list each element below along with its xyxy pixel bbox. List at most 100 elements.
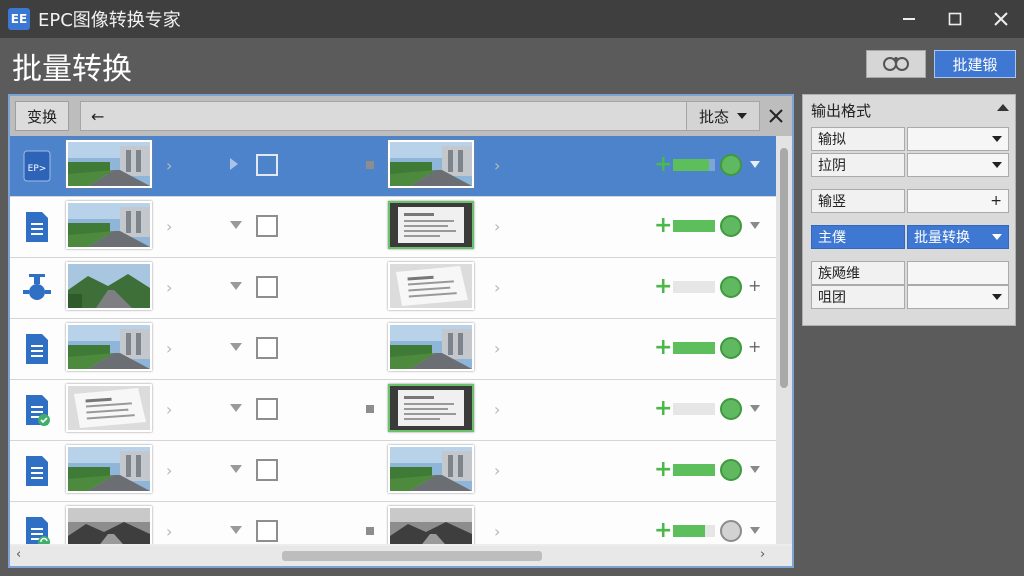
row-checkbox[interactable] xyxy=(256,276,278,298)
output-thumbnail[interactable] xyxy=(388,445,474,493)
row-add-icon[interactable]: + xyxy=(748,337,761,356)
row-checkbox[interactable] xyxy=(256,215,278,237)
maximize-button[interactable] xyxy=(932,0,978,38)
chevron-right-icon: › xyxy=(166,400,173,419)
expand-triangle-icon[interactable] xyxy=(230,343,242,351)
vertical-scroll-thumb[interactable] xyxy=(780,148,788,388)
row-menu-chevron-icon[interactable] xyxy=(750,161,760,168)
convert-button[interactable]: 变换 xyxy=(15,101,69,131)
chevron-right-icon: › xyxy=(494,400,501,419)
row-menu-chevron-icon[interactable] xyxy=(750,527,760,534)
source-thumbnail[interactable] xyxy=(66,201,152,249)
row-menu-chevron-icon[interactable] xyxy=(750,222,760,229)
list-toolbar: 变换 ← 批态 xyxy=(10,96,792,136)
panel-title: 输出格式 xyxy=(811,101,872,120)
expand-triangle-icon[interactable] xyxy=(230,465,242,473)
chevron-down-icon xyxy=(992,234,1002,240)
chevron-right-icon: › xyxy=(494,461,501,480)
file-row[interactable]: › › + + xyxy=(10,258,776,319)
back-button[interactable]: ← xyxy=(80,101,690,131)
expand-triangle-icon[interactable] xyxy=(230,221,242,229)
source-thumbnail[interactable] xyxy=(66,262,152,310)
expand-triangle-icon[interactable] xyxy=(230,526,242,534)
output-thumbnail[interactable] xyxy=(388,506,474,544)
row-checkbox[interactable] xyxy=(256,520,278,542)
file-row[interactable]: › › + xyxy=(10,380,776,441)
horizontal-scroll-thumb[interactable] xyxy=(282,551,542,561)
expand-triangle-icon[interactable] xyxy=(230,158,238,170)
status-indicator-icon xyxy=(720,154,742,176)
file-row[interactable]: › › + + xyxy=(10,319,776,380)
add-icon[interactable]: + xyxy=(654,518,672,543)
add-icon[interactable]: + xyxy=(654,457,672,482)
panel-header[interactable]: 输出格式 xyxy=(803,95,1015,125)
chevron-right-icon: › xyxy=(166,461,173,480)
source-thumbnail[interactable] xyxy=(66,323,152,371)
progress-fill xyxy=(673,525,705,537)
document-icon xyxy=(22,333,52,365)
minimize-button[interactable] xyxy=(886,0,932,38)
add-icon[interactable]: + xyxy=(654,213,672,238)
property-dropdown[interactable] xyxy=(907,285,1009,309)
scroll-left-icon[interactable]: ‹ xyxy=(16,547,21,562)
add-icon[interactable]: + xyxy=(654,396,672,421)
collapse-chevron-icon[interactable] xyxy=(997,104,1009,111)
chevron-down-icon xyxy=(992,136,1002,142)
source-thumbnail[interactable] xyxy=(66,506,152,544)
page-title: 批量转换 xyxy=(12,52,132,87)
row-menu-chevron-icon[interactable] xyxy=(750,466,760,473)
row-menu-chevron-icon[interactable] xyxy=(750,405,760,412)
scroll-right-icon[interactable]: › xyxy=(760,547,765,562)
file-row[interactable]: EP> › › + xyxy=(10,136,776,197)
source-thumbnail[interactable] xyxy=(66,140,152,188)
add-icon[interactable]: + xyxy=(654,152,672,177)
close-list-button[interactable] xyxy=(762,101,790,131)
close-icon xyxy=(994,12,1008,26)
back-arrow-icon: ← xyxy=(91,106,105,126)
source-thumbnail[interactable] xyxy=(66,384,152,432)
close-icon xyxy=(769,109,783,123)
output-thumbnail[interactable] xyxy=(388,323,474,371)
output-thumbnail[interactable] xyxy=(388,384,474,432)
chain-link-icon xyxy=(883,57,909,71)
link-settings-button[interactable] xyxy=(866,50,926,78)
row-add-icon[interactable]: + xyxy=(748,276,761,295)
output-thumbnail[interactable] xyxy=(388,262,474,310)
status-filter-dropdown[interactable]: 批态 xyxy=(686,101,760,131)
file-row[interactable]: › › + xyxy=(10,502,776,544)
property-dropdown[interactable] xyxy=(907,153,1009,177)
progress-bar xyxy=(673,525,715,537)
batch-button[interactable]: 批建锻 xyxy=(934,50,1016,78)
expand-triangle-icon[interactable] xyxy=(230,282,242,290)
row-checkbox[interactable] xyxy=(256,459,278,481)
output-thumbnail[interactable] xyxy=(388,140,474,188)
row-checkbox[interactable] xyxy=(256,337,278,359)
vertical-scrollbar[interactable] xyxy=(776,136,792,544)
horizontal-scrollbar[interactable]: ‹ › xyxy=(10,546,792,566)
output-thumbnail[interactable] xyxy=(388,201,474,249)
add-icon[interactable]: + xyxy=(654,274,672,299)
progress-bar xyxy=(673,159,715,171)
property-field[interactable] xyxy=(907,261,1009,285)
progress-bar xyxy=(673,403,715,415)
add-icon[interactable]: + xyxy=(654,335,672,360)
file-row[interactable]: › › + xyxy=(10,441,776,502)
chevron-right-icon: › xyxy=(494,339,501,358)
source-thumbnail[interactable] xyxy=(66,445,152,493)
app-title: EPC图像转换专家 xyxy=(38,10,181,31)
property-field[interactable]: + xyxy=(907,189,1009,213)
close-window-button[interactable] xyxy=(978,0,1024,38)
row-checkbox[interactable] xyxy=(256,398,278,420)
row-checkbox[interactable] xyxy=(256,154,278,176)
minimize-icon xyxy=(903,18,915,20)
epc-file-icon: EP> xyxy=(22,150,52,182)
progress-fill xyxy=(673,464,715,476)
expand-triangle-icon[interactable] xyxy=(230,404,242,412)
marker-dot xyxy=(366,405,374,413)
property-dropdown[interactable] xyxy=(907,127,1009,151)
status-indicator-icon xyxy=(720,276,742,298)
file-row[interactable]: › › + xyxy=(10,197,776,258)
valve-icon xyxy=(22,272,52,304)
property-row: 咀团 xyxy=(811,285,1009,309)
property-dropdown[interactable]: 批量转换 xyxy=(907,225,1009,249)
